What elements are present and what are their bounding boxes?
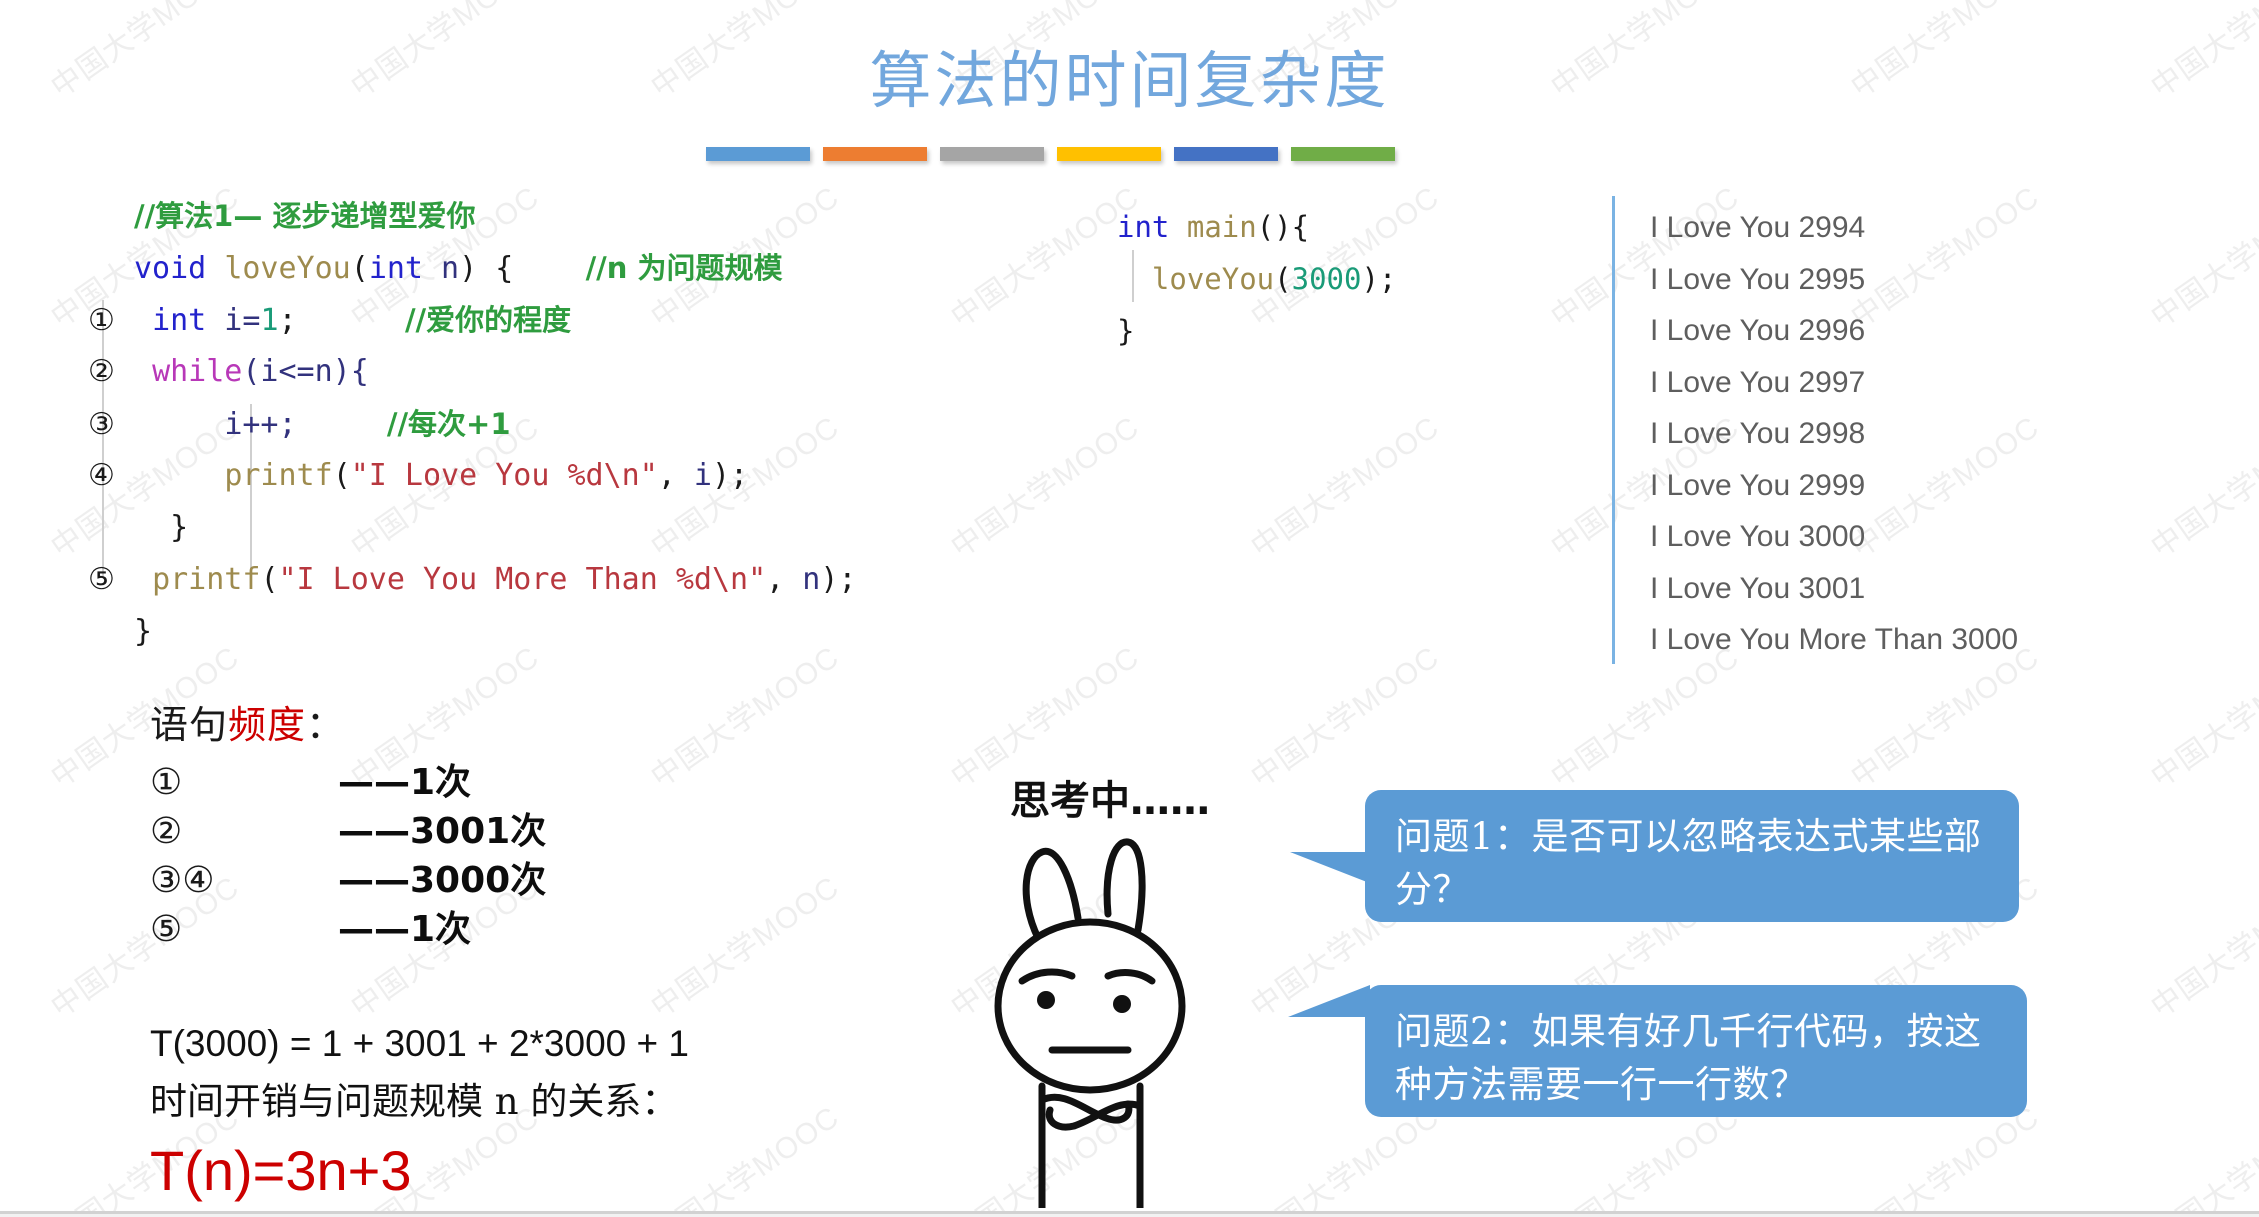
- watermark-text: 中国大学MOOC: [645, 870, 846, 1025]
- formula-block: T(3000) = 1 + 3001 + 2*3000 + 1 时间开销与问题规…: [150, 1015, 689, 1207]
- frequency-analysis: 语句频度： ① ——1次 ② ——3001次 ③④ ——3000次 ⑤ ——1次: [150, 694, 547, 950]
- line-marker-4: ④: [88, 458, 115, 493]
- watermark-text: 中国大学MOOC: [2145, 180, 2259, 335]
- watermark-text: 中国大学MOOC: [2145, 1100, 2259, 1217]
- watermark-text: 中国大学MOOC: [1245, 640, 1446, 795]
- frequency-row-value: ——3000次: [338, 860, 547, 901]
- frequency-row: ③④ ——3000次: [150, 851, 547, 901]
- console-line: I Love You 2999: [1650, 468, 1866, 502]
- code-line-2: ② while(i<=n){: [88, 346, 856, 398]
- accent-bar-2: [823, 147, 927, 161]
- line-marker-3: ③: [88, 407, 115, 442]
- code-line-close-fn: }: [134, 614, 153, 649]
- frequency-row-value: ——1次: [338, 762, 472, 803]
- formula-tn: T(n)=3n+3: [150, 1139, 412, 1202]
- thinking-label: 思考中……: [1010, 778, 1210, 824]
- accent-bar-3: [940, 147, 1044, 161]
- frequency-row-marks: ①: [150, 762, 183, 803]
- frequency-row: ⑤ ——1次: [150, 900, 546, 950]
- main-line-call: loveYou(3000);: [1151, 262, 1397, 296]
- code-line-4: ④ printf("I Love You %d\n", i);: [88, 450, 856, 502]
- rabbit-right-eye: [1113, 995, 1131, 1013]
- code-line-3: ③ i++; //每次+1: [88, 398, 856, 450]
- frequency-heading-highlight: 频度: [228, 703, 307, 747]
- question-bubble-1: 问题1：是否可以忽略表达式某些部分？: [1365, 790, 2019, 922]
- bubble-2-tail: [1288, 985, 1370, 1017]
- code-block-lovevou: //算法1— 逐步递增型爱你 void loveYou(int n) { //n …: [88, 190, 856, 658]
- console-line: I Love You 2996: [1650, 314, 1866, 347]
- console-line: I Love You 2995: [1650, 262, 1866, 296]
- console-line: I Love You 3001: [1650, 571, 1866, 605]
- main-line-signature: int main(){: [1117, 210, 1310, 244]
- accent-bar-6: [1291, 147, 1395, 161]
- formula-relation-label: 时间开销与问题规模 n 的关系：: [150, 1080, 679, 1123]
- frequency-rows: ① ——1次 ② ——3001次 ③④ ——3000次 ⑤ ——1次: [150, 753, 547, 950]
- watermark-text: 中国大学MOOC: [2145, 640, 2259, 795]
- console-output: I Love You 2994 I Love You 2995 I Love You…: [1650, 202, 2018, 666]
- frequency-row-marks: ⑤: [150, 909, 183, 950]
- formula-t3000: T(3000) = 1 + 3001 + 2*3000 + 1: [150, 1023, 689, 1064]
- accent-bar-4: [1057, 147, 1161, 161]
- title-accent-bars: [706, 147, 1395, 161]
- code-line-comment-1: //算法1— 逐步递增型爱你: [134, 199, 476, 233]
- watermark-text: 中国大学MOOC: [1245, 410, 1446, 565]
- code-block-main: int main(){ loveYou(3000);}: [1117, 202, 1396, 358]
- console-left-rule: [1612, 196, 1615, 664]
- frequency-heading-prefix: 语句: [150, 703, 229, 747]
- console-line: I Love You 3000: [1650, 520, 1866, 553]
- console-line: I Love You More Than 3000: [1650, 623, 2019, 656]
- frequency-row-marks: ②: [150, 811, 183, 852]
- line-marker-2: ②: [88, 354, 115, 389]
- accent-bar-5: [1174, 147, 1278, 161]
- page-title: 算法的时间复杂度: [869, 44, 1390, 117]
- console-line: I Love You 2998: [1650, 417, 1866, 450]
- bubble-1-tail: [1290, 852, 1372, 884]
- code-line-5: ⑤ printf("I Love You More Than %d\n", n)…: [88, 554, 856, 606]
- slide-canvas: 中国大学MOOC 中国大学MOOC 中国大学MOOC 中国大学MOOC 中国大学MOOC…: [0, 0, 2259, 1217]
- watermark-text: 中国大学MOOC: [945, 410, 1146, 565]
- watermark-text: 中国大学MOOC: [2145, 410, 2259, 565]
- line-marker-5: ⑤: [88, 562, 115, 597]
- frequency-row: ① ——1次: [150, 753, 546, 803]
- console-line: I Love You 2994: [1650, 211, 1866, 244]
- code-line-close-while: }: [170, 510, 189, 545]
- code-line-1: ① int i=1; //爱你的程度: [88, 294, 856, 346]
- frequency-row-marks: ③④: [150, 860, 215, 901]
- frequency-row-value: ——3001次: [338, 811, 547, 852]
- frequency-heading-suffix: ：: [306, 703, 346, 747]
- frequency-row: ② ——3001次: [150, 802, 547, 852]
- line-marker-1: ①: [88, 303, 115, 338]
- rabbit-left-eye: [1037, 991, 1055, 1009]
- accent-bar-1: [706, 147, 810, 161]
- main-line-close: }: [1117, 314, 1135, 348]
- question-bubble-2: 问题2：如果有好几千行代码，按这种方法需要一行一行数？: [1365, 985, 2027, 1117]
- frequency-heading: 语句频度：: [150, 694, 546, 749]
- watermark-text: 中国大学MOOC: [945, 180, 1146, 335]
- console-line: I Love You 2997: [1650, 365, 1866, 399]
- frequency-row-value: ——1次: [338, 909, 472, 950]
- rabbit-mascot-icon: [994, 838, 1186, 1208]
- code-line-signature: void loveYou(int n) { //n 为问题规模: [134, 251, 783, 286]
- watermark-text: 中国大学MOOC: [2145, 870, 2259, 1025]
